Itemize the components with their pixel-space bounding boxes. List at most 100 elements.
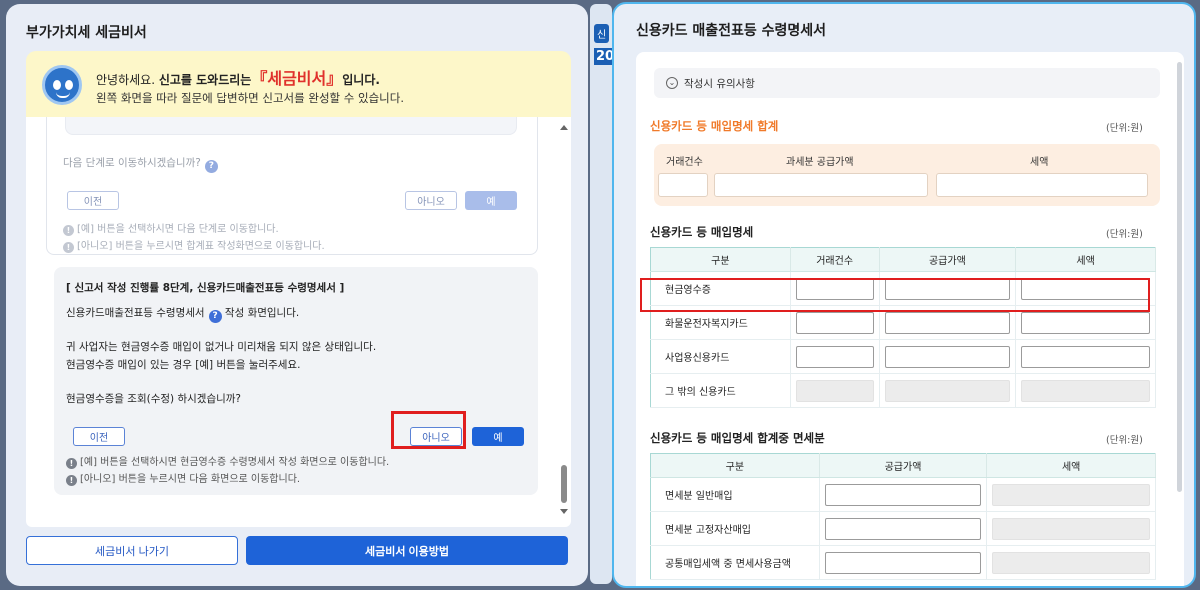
col-count: 거래건수: [790, 247, 880, 272]
common-purchase-tax-field: [992, 551, 1150, 574]
brand-name: 『세금비서』: [251, 69, 343, 88]
card-receipt-form-panel: 신용카드 매출전표등 수령명세서 ⌄ 작성시 유의사항 신용카드 등 매입명세 …: [612, 2, 1196, 588]
col-tax: 세액: [986, 453, 1156, 478]
detail-table: 구분 거래건수 공급가액 세액 현금영수증 화물운전자복지카드 사업용신용카드: [650, 247, 1156, 408]
cash-receipt-tax-field[interactable]: [1021, 277, 1150, 300]
table-row: 면세분 일반매입: [650, 477, 1156, 512]
greeting-line-2: 왼쪽 화면을 따라 질문에 답변하면 신고서를 완성할 수 있습니다.: [96, 91, 404, 105]
freight-card-supply-field[interactable]: [884, 311, 1011, 334]
other-card-count-field: [795, 379, 874, 402]
summary-header-count: 거래건수: [666, 157, 703, 168]
row-label-exempt-general: 면세분 일반매입: [650, 477, 820, 512]
summary-count-field[interactable]: [658, 173, 708, 197]
business-card-count-field[interactable]: [795, 345, 874, 368]
assistant-guide-button[interactable]: 세금비서 이용방법: [246, 536, 568, 565]
step-question: 다음 단계로 이동하시겠습니까??: [63, 155, 218, 173]
business-card-supply-field[interactable]: [884, 345, 1011, 368]
summary-unit: (단위:원): [1106, 123, 1143, 134]
table-row: 현금영수증: [650, 271, 1156, 306]
table-row: 면세분 고정자산매입: [650, 511, 1156, 546]
business-card-tax-field[interactable]: [1021, 345, 1150, 368]
row-label-freight-card: 화물운전자복지카드: [650, 305, 791, 340]
step-header: [ 신고서 작성 진행률 8단계, 신용카드매출전표등 수령명세서 ]: [66, 282, 345, 294]
chevron-down-icon: ⌄: [666, 77, 678, 89]
other-card-supply-field: [884, 379, 1011, 402]
exempt-unit: (단위:원): [1106, 435, 1143, 446]
summary-supply-field[interactable]: [714, 173, 928, 197]
table-header-row: 구분 거래건수 공급가액 세액: [650, 247, 1156, 272]
col-supply: 공급가액: [819, 453, 988, 478]
col-supply: 공급가액: [879, 247, 1017, 272]
col-category: 구분: [650, 247, 791, 272]
writing-guide-toggle[interactable]: ⌄ 작성시 유의사항: [654, 68, 1160, 98]
freight-card-count-field[interactable]: [795, 311, 874, 334]
table-header-row: 구분 공급가액 세액: [650, 453, 1156, 478]
summary-header-tax: 세액: [1030, 157, 1049, 168]
table-row: 공통매입세액 중 면세사용금액: [650, 545, 1156, 580]
form-body: ⌄ 작성시 유의사항 신용카드 등 매입명세 합계 (단위:원) 거래건수 과세…: [636, 52, 1184, 586]
info-icon: !: [63, 242, 74, 253]
freight-card-tax-field[interactable]: [1021, 311, 1150, 334]
exempt-general-tax-field: [992, 483, 1150, 506]
current-step-card: [ 신고서 작성 진행률 8단계, 신용카드매출전표등 수령명세서 ] 신용카드…: [54, 267, 538, 495]
note-no: ! [아니오] 버튼을 누르시면 다음 화면으로 이동합니다.: [66, 470, 300, 486]
table-row: 사업용신용카드: [650, 339, 1156, 374]
common-purchase-supply-field[interactable]: [824, 551, 982, 574]
summary-box: 거래건수 과세분 공급가액 세액: [654, 144, 1160, 206]
scroll-down-icon: [560, 509, 568, 514]
step-text-1: 신용카드매출전표등 수령명세서? 작성 화면입니다.: [66, 307, 300, 323]
detail-title: 신용카드 등 매입명세: [650, 225, 754, 239]
prev-button[interactable]: 이전: [73, 427, 125, 446]
exempt-table: 구분 공급가액 세액 면세분 일반매입 면세분 고정자산매입 공통매입세액 중 …: [650, 453, 1156, 580]
cash-receipt-supply-field[interactable]: [884, 277, 1011, 300]
scroll-up-icon: [560, 125, 568, 130]
note-yes: ! [예] 버튼을 선택하시면 다음 단계로 이동합니다.: [63, 220, 279, 236]
row-label-cash-receipt: 현금영수증: [650, 271, 791, 306]
row-label-business-card: 사업용신용카드: [650, 339, 791, 374]
col-category: 구분: [650, 453, 820, 478]
no-button[interactable]: 아니오: [410, 427, 462, 446]
table-row: 화물운전자복지카드: [650, 305, 1156, 340]
step-text-2: 귀 사업자는 현금영수증 매입이 없거나 미리채움 되지 않은 상태입니다.: [66, 341, 377, 353]
help-icon[interactable]: ?: [204, 160, 218, 173]
panel-title: 부가가치세 세금비서: [26, 25, 147, 41]
help-icon[interactable]: ?: [208, 310, 222, 323]
exempt-general-supply-field[interactable]: [824, 483, 982, 506]
table-row: 그 밖의 신용카드: [650, 373, 1156, 408]
step-text-3: 현금영수증 매입이 있는 경우 [예] 버튼을 눌러주세요.: [66, 359, 301, 371]
chat-scrollbar[interactable]: [557, 117, 571, 521]
info-icon: !: [63, 225, 74, 236]
cash-receipt-count-field[interactable]: [795, 277, 874, 300]
scroll-thumb: [1177, 62, 1182, 492]
yes-button-disabled[interactable]: 예: [465, 191, 517, 210]
form-scrollbar[interactable]: [1174, 52, 1184, 586]
scroll-thumb: [561, 465, 567, 503]
row-label-exempt-fixed-asset: 면세분 고정자산매입: [650, 511, 820, 546]
summary-title: 신용카드 등 매입명세 합계: [650, 119, 779, 133]
chat-scroll-area: 다음 단계로 이동하시겠습니까?? 이전 아니오 예 ! [예] 버튼을 선택하시…: [26, 117, 571, 521]
exempt-fixed-asset-supply-field[interactable]: [824, 517, 982, 540]
summary-tax-field[interactable]: [936, 173, 1148, 197]
summary-header-supply: 과세분 공급가액: [786, 157, 854, 168]
no-button-disabled[interactable]: 아니오: [405, 191, 457, 210]
other-card-tax-field: [1021, 379, 1150, 402]
row-label-common-purchase: 공통매입세액 중 면세사용금액: [650, 545, 820, 580]
mascot-icon: [42, 65, 82, 105]
note-yes: ! [예] 버튼을 선택하시면 현금영수증 수령명세서 작성 화면으로 이동합니다…: [66, 453, 389, 469]
previous-card-stub: [65, 117, 517, 135]
tax-assistant-panel: 부가가치세 세금비서 안녕하세요. 신고를 도와드리는『세금비서』입니다. 왼쪽…: [6, 4, 588, 586]
col-tax: 세액: [1015, 247, 1156, 272]
yes-button[interactable]: 예: [472, 427, 524, 446]
exempt-fixed-asset-tax-field: [992, 517, 1150, 540]
greeting-banner: 안녕하세요. 신고를 도와드리는『세금비서』입니다. 왼쪽 화면을 따라 질문에…: [26, 51, 571, 117]
prev-button-disabled[interactable]: 이전: [67, 191, 119, 210]
note-no: ! [아니오] 버튼을 누르시면 합계표 작성화면으로 이동합니다.: [63, 237, 325, 253]
bg-tag: 신: [594, 24, 610, 43]
background-window-strip: 신 20: [590, 4, 617, 584]
info-icon: !: [66, 458, 77, 469]
info-icon: !: [66, 475, 77, 486]
form-title: 신용카드 매출전표등 수령명세서: [636, 23, 827, 39]
exempt-title: 신용카드 등 매입명세 합계중 면세분: [650, 431, 825, 445]
exit-assistant-button[interactable]: 세금비서 나가기: [26, 536, 238, 565]
previous-step-card: 다음 단계로 이동하시겠습니까?? 이전 아니오 예 ! [예] 버튼을 선택하시…: [46, 117, 538, 255]
